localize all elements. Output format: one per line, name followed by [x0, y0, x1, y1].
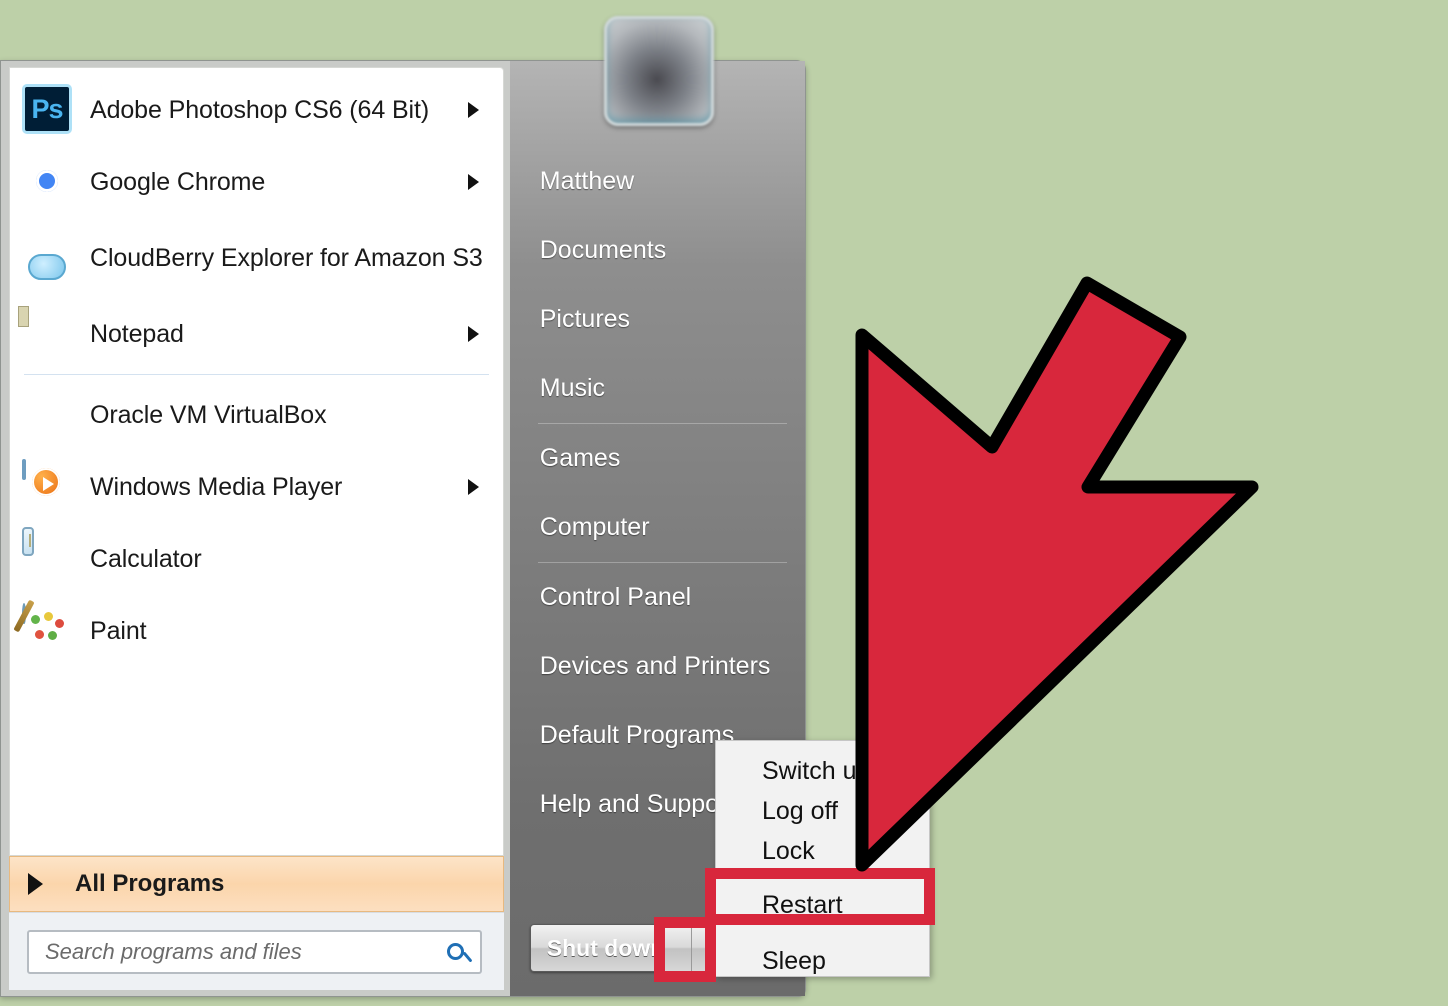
user-avatar[interactable]: [604, 16, 714, 126]
menu-item-log-off[interactable]: Log off: [716, 791, 929, 831]
menu-item-label: Switch user: [762, 756, 892, 785]
program-label: Calculator: [90, 545, 202, 573]
program-item-photoshop[interactable]: Ps Adobe Photoshop CS6 (64 Bit): [10, 74, 503, 146]
right-link-label: Default Programs: [539, 721, 735, 749]
all-programs-label: All Programs: [75, 870, 225, 897]
right-link-label: Music: [539, 374, 606, 402]
menu-item-sleep[interactable]: Sleep: [716, 941, 929, 981]
menu-item-label: Sleep: [762, 946, 826, 975]
program-label: Notepad: [90, 320, 184, 348]
right-link-label: Games: [539, 444, 621, 472]
right-link-label: Computer: [539, 513, 650, 541]
start-menu: Ps Adobe Photoshop CS6 (64 Bit) Google C…: [0, 60, 806, 997]
program-item-chrome[interactable]: Google Chrome: [10, 146, 503, 218]
program-label: Oracle VM VirtualBox: [90, 401, 327, 429]
right-link-games[interactable]: Games: [510, 424, 805, 493]
menu-item-lock[interactable]: Lock: [716, 831, 929, 871]
program-item-media-player[interactable]: Windows Media Player: [10, 451, 503, 523]
programs-separator: [24, 374, 489, 375]
right-link-documents[interactable]: Documents: [510, 216, 805, 285]
program-item-calculator[interactable]: Calculator: [10, 523, 503, 595]
menu-item-switch-user[interactable]: Switch user: [716, 751, 929, 791]
start-menu-left-pane: Ps Adobe Photoshop CS6 (64 Bit) Google C…: [1, 61, 510, 996]
photoshop-icon: Ps: [22, 84, 74, 136]
chevron-right-icon: [28, 873, 43, 895]
right-link-matthew[interactable]: Matthew: [510, 147, 805, 216]
menu-item-label: Restart: [762, 890, 843, 919]
search-area: [9, 912, 504, 990]
right-link-control-panel[interactable]: Control Panel: [510, 563, 805, 632]
programs-list: Ps Adobe Photoshop CS6 (64 Bit) Google C…: [9, 67, 504, 856]
shutdown-context-menu: Switch user Log off Lock Restart Sleep: [715, 740, 930, 977]
shutdown-button-group[interactable]: Shut down: [529, 924, 738, 972]
search-box[interactable]: [27, 929, 482, 974]
program-item-cloudberry[interactable]: CloudBerry Explorer for Amazon S3: [10, 218, 503, 298]
submenu-arrow-icon: [467, 102, 479, 118]
right-link-music[interactable]: Music: [510, 354, 805, 423]
program-label: Google Chrome: [90, 168, 266, 196]
right-link-label: Control Panel: [539, 583, 692, 611]
menu-item-restart[interactable]: Restart: [716, 885, 929, 925]
program-label: CloudBerry Explorer for Amazon S3: [90, 244, 483, 272]
right-link-label: Help and Support: [539, 790, 735, 818]
right-link-label: Documents: [539, 236, 667, 264]
virtualbox-icon: [22, 389, 74, 441]
search-input[interactable]: [45, 938, 447, 965]
shutdown-button[interactable]: Shut down: [530, 925, 691, 971]
program-item-notepad[interactable]: Notepad: [10, 298, 503, 370]
calculator-icon: [22, 527, 74, 585]
right-link-pictures[interactable]: Pictures: [510, 285, 805, 354]
program-item-paint[interactable]: Paint: [10, 595, 503, 667]
search-icon: [446, 943, 464, 960]
paint-icon: [22, 603, 74, 657]
right-link-devices-and-printers[interactable]: Devices and Printers: [510, 632, 805, 701]
chrome-icon: [22, 156, 74, 208]
right-link-label: Pictures: [539, 305, 631, 333]
media-player-icon: [22, 459, 74, 513]
cloudberry-icon: [22, 232, 74, 284]
submenu-arrow-icon: [467, 479, 479, 495]
program-label: Windows Media Player: [90, 473, 343, 501]
program-label: Adobe Photoshop CS6 (64 Bit): [90, 96, 430, 124]
program-label: Paint: [90, 617, 147, 645]
right-link-label: Devices and Printers: [539, 652, 771, 680]
submenu-arrow-icon: [467, 326, 479, 342]
menu-item-label: Lock: [762, 836, 815, 865]
program-item-virtualbox[interactable]: Oracle VM VirtualBox: [10, 379, 503, 451]
right-link-computer[interactable]: Computer: [510, 493, 805, 562]
all-programs-button[interactable]: All Programs: [9, 856, 504, 912]
notepad-icon: [22, 306, 74, 360]
submenu-arrow-icon: [467, 174, 479, 190]
right-link-label: Matthew: [539, 167, 635, 195]
shutdown-label: Shut down: [546, 934, 665, 961]
menu-item-label: Log off: [762, 796, 839, 825]
